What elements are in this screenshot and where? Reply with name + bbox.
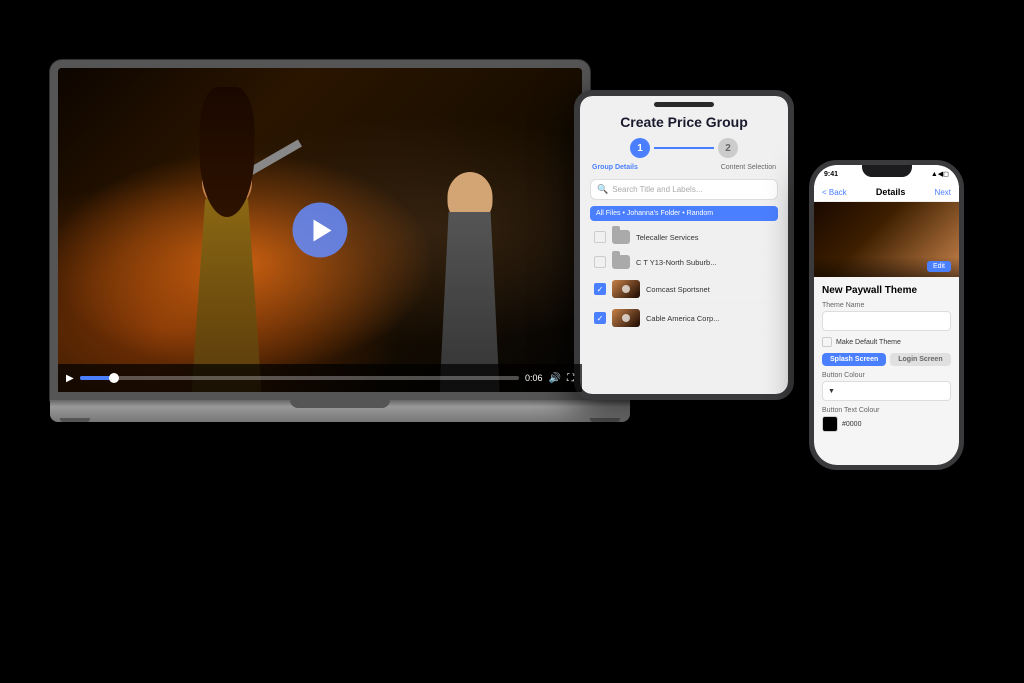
breadcrumb: All Files • Johanna's Folder • Random (590, 206, 778, 221)
phone-video-action-button[interactable]: Edit (927, 261, 951, 272)
search-icon: 🔍 (597, 184, 608, 195)
button-colour-dropdown[interactable]: ▼ (822, 381, 951, 401)
theme-name-input[interactable] (822, 311, 951, 331)
button-text-colour-value: #0000 (822, 416, 951, 432)
file-name-3: Cable America Corp... (646, 314, 774, 323)
colour-swatch (822, 416, 838, 432)
checkbox-0[interactable] (594, 231, 606, 243)
step-1-circle: 1 (630, 138, 650, 158)
breadcrumb-text: All Files • Johanna's Folder • Random (596, 210, 713, 217)
microphone (246, 140, 302, 177)
tablet-screen: Create Price Group 1 2 Group Details Con… (580, 96, 788, 394)
folder-icon (612, 255, 630, 269)
checkbox-2[interactable]: ✓ (594, 283, 606, 295)
fullscreen-icon[interactable]: ⛶ (567, 373, 574, 384)
play-pause-icon[interactable]: ▶ (66, 373, 74, 384)
check-icon: ✓ (597, 314, 604, 323)
tablet-title: Create Price Group (590, 114, 778, 130)
video-thumbnail-1 (612, 309, 640, 327)
file-name-1: C T Y13-North Suburb... (636, 258, 774, 267)
phone-section: New Paywall Theme Theme Name Make Defaul… (814, 277, 959, 442)
laptop: ▶ 0:06 🔊 ⛶ (50, 60, 630, 480)
phone-section-title: New Paywall Theme (822, 285, 951, 296)
checkbox-1[interactable] (594, 256, 606, 268)
phone-time: 9:41 (824, 171, 838, 178)
table-row: ✓ Cable America Corp... (590, 304, 778, 333)
step-1-label: Group Details (592, 164, 638, 171)
thumb-play-icon (622, 314, 630, 322)
laptop-base (50, 400, 630, 422)
video-controls: ▶ 0:06 🔊 ⛶ (58, 364, 582, 392)
time-display: 0:06 (525, 373, 543, 383)
tablet-camera (654, 102, 714, 107)
step-labels: Group Details Content Selection (590, 164, 778, 171)
phone-video-thumbnail: Edit (814, 202, 959, 277)
make-default-row: Make Default Theme (822, 337, 951, 347)
back-button[interactable]: < Back (822, 188, 847, 197)
phone-header-title: Details (876, 187, 906, 197)
phone-status-icons: ▲◀◻ (931, 170, 949, 178)
folder-icon (612, 230, 630, 244)
laptop-notch (290, 400, 390, 408)
next-button[interactable]: Next (935, 188, 951, 197)
table-row: Telecaller Services (590, 225, 778, 250)
play-button[interactable] (293, 203, 348, 258)
theme-name-group: Theme Name (822, 302, 951, 331)
step-line (654, 147, 714, 149)
laptop-screen-content: ▶ 0:06 🔊 ⛶ (58, 68, 582, 392)
theme-name-label: Theme Name (822, 302, 951, 309)
button-text-colour-group: Button Text Colour #0000 (822, 407, 951, 432)
make-default-checkbox[interactable] (822, 337, 832, 347)
tab-row: Splash Screen Login Screen (822, 353, 951, 366)
phone: 9:41 ▲◀◻ < Back Details Next Edit New Pa… (809, 160, 964, 470)
colour-hex: #0000 (842, 421, 861, 428)
search-placeholder: Search Title and Labels... (612, 185, 702, 194)
scene: ▶ 0:06 🔊 ⛶ Create P (0, 0, 1024, 683)
progress-fill (80, 376, 115, 380)
progress-bar[interactable] (80, 376, 519, 380)
tablet: Create Price Group 1 2 Group Details Con… (574, 90, 794, 400)
button-text-colour-label: Button Text Colour (822, 407, 951, 414)
singer-body (192, 192, 262, 392)
step-2-label: Content Selection (721, 164, 776, 171)
file-name-2: Comcast Sportsnet (646, 285, 774, 294)
table-row: C T Y13-North Suburb... (590, 250, 778, 275)
video-thumbnail-0 (612, 280, 640, 298)
step-2-circle: 2 (718, 138, 738, 158)
checkbox-3[interactable]: ✓ (594, 312, 606, 324)
thumb-play-icon (622, 285, 630, 293)
laptop-foot-left (60, 418, 90, 422)
check-icon: ✓ (597, 285, 604, 294)
play-icon (313, 219, 331, 241)
singer-hair (199, 87, 254, 217)
search-bar[interactable]: 🔍 Search Title and Labels... (590, 179, 778, 200)
tablet-content: Create Price Group 1 2 Group Details Con… (580, 96, 788, 394)
splash-screen-tab[interactable]: Splash Screen (822, 353, 886, 366)
laptop-foot-right (590, 418, 620, 422)
tablet-steps: 1 2 (590, 138, 778, 158)
file-name-0: Telecaller Services (636, 233, 774, 242)
volume-icon[interactable]: 🔊 (549, 373, 561, 384)
guitarist-figure (410, 172, 530, 392)
make-default-label: Make Default Theme (836, 339, 901, 346)
phone-screen: 9:41 ▲◀◻ < Back Details Next Edit New Pa… (814, 165, 959, 465)
laptop-screen-border: ▶ 0:06 🔊 ⛶ (50, 60, 590, 400)
button-colour-label: Button Colour (822, 372, 951, 379)
progress-dot (109, 373, 119, 383)
singer-figure (137, 112, 317, 392)
button-colour-group: Button Colour ▼ (822, 372, 951, 401)
table-row: ✓ Comcast Sportsnet (590, 275, 778, 304)
phone-header: < Back Details Next (814, 183, 959, 202)
colour-value: ▼ (828, 388, 835, 395)
login-screen-tab[interactable]: Login Screen (890, 353, 950, 366)
phone-notch (862, 165, 912, 177)
